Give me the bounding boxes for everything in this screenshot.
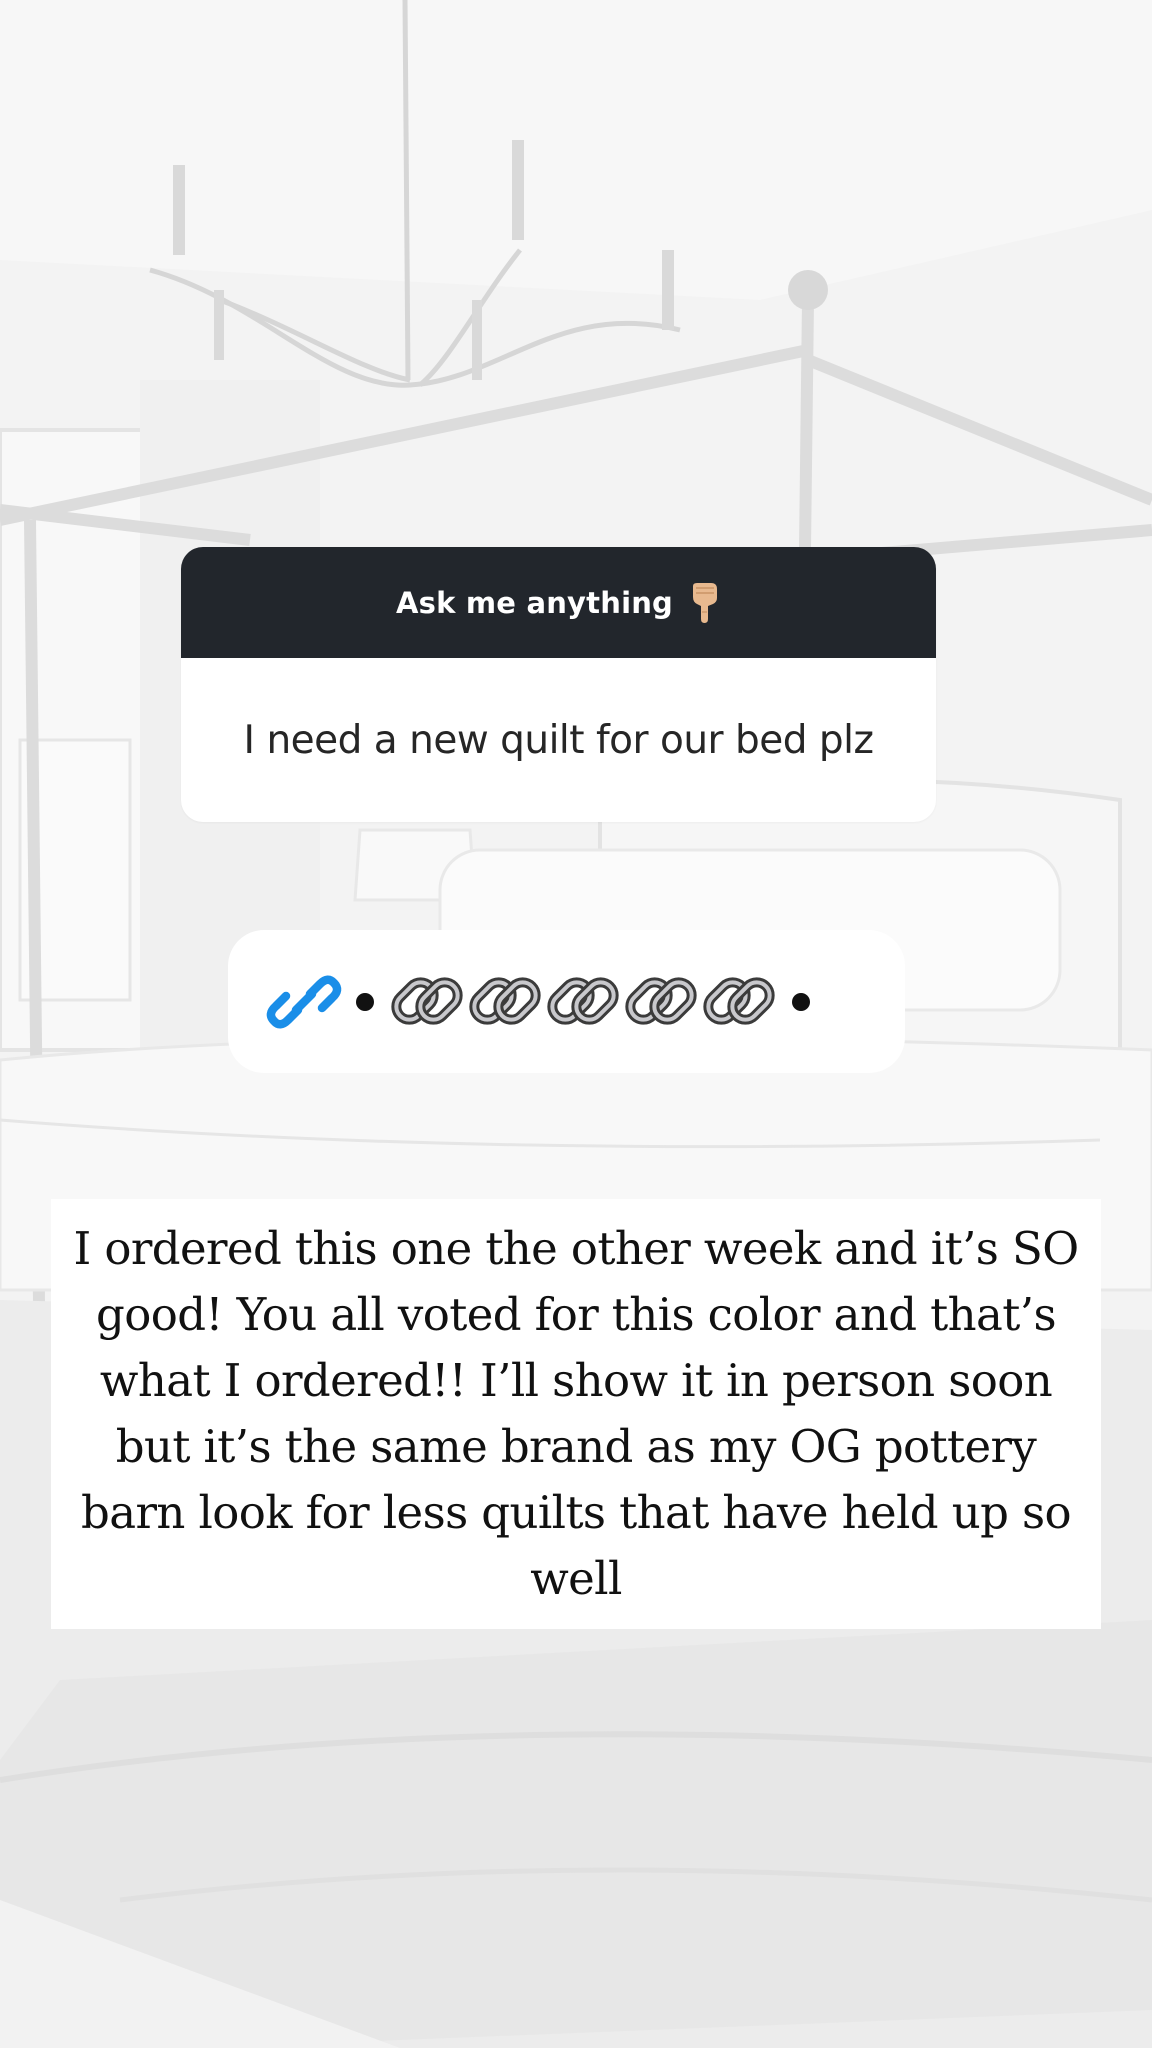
link-sticker[interactable] — [228, 930, 905, 1073]
chain-icon — [625, 976, 697, 1025]
chain-icon — [469, 976, 541, 1025]
chain-icons-row — [388, 964, 778, 1040]
bullet-dot — [792, 992, 810, 1011]
chain-icon — [703, 976, 775, 1025]
question-sticker[interactable]: Ask me anything I need a new quilt for o… — [181, 547, 936, 822]
question-prompt: Ask me anything — [395, 585, 674, 620]
question-header: Ask me anything — [181, 547, 936, 658]
caption-text: I ordered this one the other week and it… — [73, 1222, 1079, 1605]
question-answer: I need a new quilt for our bed plz — [243, 717, 874, 763]
bullet-dot — [356, 992, 374, 1011]
chain-icon — [391, 976, 463, 1025]
story-screen: Ask me anything I need a new quilt for o… — [0, 0, 1152, 2048]
chain-icon — [547, 976, 619, 1025]
question-answer-area: I need a new quilt for our bed plz — [181, 658, 936, 822]
pointing-down-hand-icon — [693, 582, 718, 623]
link-icon — [266, 975, 342, 1028]
caption-box: I ordered this one the other week and it… — [51, 1199, 1101, 1629]
